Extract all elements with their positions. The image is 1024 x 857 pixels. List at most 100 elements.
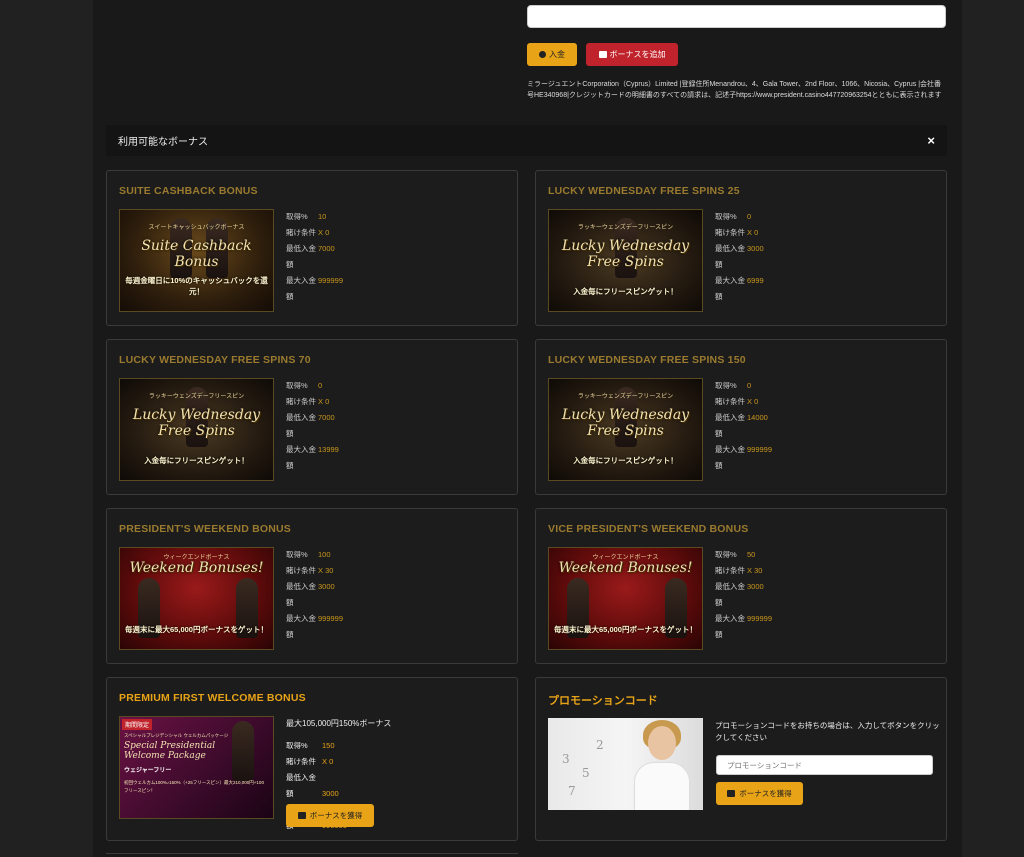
wager-value: X 30 <box>747 566 763 575</box>
bonus-stats: 取得% 50 賭け条件 X 30 最低入金額 3000 最大入金額 999999 <box>715 547 772 643</box>
max-deposit-value: 999999 <box>747 445 773 454</box>
min-deposit-label: 最低入金額 <box>286 582 316 607</box>
promo-title: プロモーションコード <box>548 695 658 707</box>
decor-digit: 2 <box>596 738 604 752</box>
close-icon[interactable]: × <box>927 133 935 148</box>
bonus-banner-image: ラッキーウェンズデーフリースピン Lucky Wednesday Free Sp… <box>119 378 274 481</box>
bonus-stats: 取得% 0 賭け条件 X 0 最低入金額 7000 最大入金額 13999 <box>286 378 339 474</box>
deposit-label: 入金 <box>549 50 565 59</box>
percent-label: 取得% <box>286 212 308 221</box>
banner-sub-text: ウェジャーフリー <box>124 768 172 774</box>
banner-top-text: ラッキーウェンズデーフリースピン <box>148 394 245 400</box>
card-title: LUCKY WEDNESDAY FREE SPINS 150 <box>548 354 746 366</box>
wager-label: 賭け条件 <box>286 566 316 575</box>
add-bonus-button[interactable]: ボーナスを追加 <box>586 43 678 66</box>
percent-label: 取得% <box>715 212 737 221</box>
bonus-card-premium-welcome[interactable]: PREMIUM FIRST WELCOME BONUS 期間限定 スペシャルプレ… <box>106 677 518 841</box>
bonus-card-lucky-wednesday-150[interactable]: LUCKY WEDNESDAY FREE SPINS 150 ラッキーウェンズデ… <box>535 339 947 495</box>
max-deposit-value: 999999 <box>318 276 344 285</box>
bonus-banner-image: ウィークエンドボーナス Weekend Bonuses! 毎週末に最大65,00… <box>119 547 274 650</box>
wager-label: 賭け条件 <box>715 566 745 575</box>
wager-value: X 0 <box>747 228 759 237</box>
promo-claim-label: ボーナスを獲得 <box>739 789 792 798</box>
person-face <box>648 726 676 760</box>
banner-tag: 期間限定 <box>122 719 153 730</box>
promo-code-card: プロモーションコード 3 5 7 2 プロモーションコードをお持ちの場合は、入力… <box>535 677 947 841</box>
banner-main-text: Weekend Bonuses! <box>129 560 264 576</box>
wager-value: X 0 <box>318 397 330 406</box>
max-deposit-label: 最大入金額 <box>715 445 745 470</box>
bonus-banner-image: 期間限定 スペシャルプレジデンシャル ウェルカムパッケージ Special Pr… <box>119 716 274 819</box>
bonus-banner-image: スイートキャッシュバックボーナス Suite Cashback Bonus 毎週… <box>119 209 274 312</box>
wager-label: 賭け条件 <box>286 397 316 406</box>
banner-bottom-text: 入金毎にフリースピンゲット！ <box>573 287 678 296</box>
legal-text: ミラージュエントCorporation（Cyprus）Limited |登録住所… <box>527 81 942 99</box>
min-deposit-label: 最低入金額 <box>286 773 316 798</box>
bonus-card-vice-presidents-weekend[interactable]: VICE PRESIDENT'S WEEKEND BONUS ウィークエンドボー… <box>535 508 947 664</box>
top-input-field[interactable] <box>527 5 946 28</box>
banner-top-text: スイートキャッシュバックボーナス <box>148 225 245 231</box>
bonus-stats: 取得% 0 賭け条件 X 0 最低入金額 14000 最大入金額 999999 <box>715 378 772 474</box>
percent-value: 50 <box>747 550 756 559</box>
bonus-card-lucky-wednesday-70[interactable]: LUCKY WEDNESDAY FREE SPINS 70 ラッキーウェンズデー… <box>106 339 518 495</box>
banner-bottom-text: 入金毎にフリースピンゲット！ <box>573 456 678 465</box>
bonus-card-suite-cashback[interactable]: SUITE CASHBACK BONUS スイートキャッシュバックボーナス Su… <box>106 170 518 326</box>
left-sidebar <box>0 0 93 857</box>
min-deposit-label: 最低入金額 <box>715 244 745 269</box>
max-deposit-value: 6999 <box>747 276 764 285</box>
gift-icon <box>598 51 607 58</box>
deposit-button[interactable]: 入金 <box>527 43 577 66</box>
percent-value: 0 <box>747 212 752 221</box>
percent-label: 取得% <box>286 381 308 390</box>
bonus-card-lucky-wednesday-25[interactable]: LUCKY WEDNESDAY FREE SPINS 25 ラッキーウェンズデー… <box>535 170 947 326</box>
promo-description: プロモーションコードをお持ちの場合は、入力してボタンをクリックしてください <box>715 721 940 742</box>
percent-value: 0 <box>318 381 323 390</box>
bonus-stats: 取得% 0 賭け条件 X 0 最低入金額 3000 最大入金額 6999 <box>715 209 764 305</box>
card-title: PREMIUM FIRST WELCOME BONUS <box>119 692 306 704</box>
percent-value: 100 <box>318 550 331 559</box>
banner-bottom-text: 初回ウェルカム100%♪150%（+25フリースピン）最大210,000円+10… <box>124 780 264 793</box>
min-deposit-value: 3000 <box>318 582 335 591</box>
bonus-banner-image: ウィークエンドボーナス Weekend Bonuses! 毎週末に最大65,00… <box>548 547 703 650</box>
banner-bottom-text: 毎週末に最大65,000円ボーナスをゲット！ <box>554 625 697 634</box>
card-title: PRESIDENT'S WEEKEND BONUS <box>119 523 292 535</box>
coins-icon <box>539 51 546 58</box>
banner-bottom-text: 毎週末に最大65,000円ボーナスをゲット！ <box>125 625 268 634</box>
max-deposit-label: 最大入金額 <box>286 445 316 470</box>
available-bonuses-title: 利用可能なボーナス <box>118 137 208 148</box>
min-deposit-label: 最低入金額 <box>715 413 745 438</box>
decor-digit: 7 <box>568 784 576 798</box>
wager-label: 賭け条件 <box>286 757 316 766</box>
bonus-banner-image: ラッキーウェンズデーフリースピン Lucky Wednesday Free Sp… <box>548 378 703 481</box>
card-title: LUCKY WEDNESDAY FREE SPINS 25 <box>548 185 740 197</box>
percent-value: 0 <box>747 381 752 390</box>
promo-claim-button[interactable]: ボーナスを獲得 <box>716 782 803 805</box>
banner-bottom-text: 毎週金曜日に10%のキャッシュバックを還元！ <box>125 276 268 296</box>
decor-digit: 5 <box>582 766 590 780</box>
promo-code-input[interactable] <box>716 755 933 775</box>
max-deposit-label: 最大入金額 <box>715 276 745 301</box>
wager-label: 賭け条件 <box>715 228 745 237</box>
banner-main-text: Lucky Wednesday Free Spins <box>132 407 261 439</box>
banner-main-text: Lucky Wednesday Free Spins <box>561 407 690 439</box>
banner-bottom-text: 入金毎にフリースピンゲット！ <box>144 456 249 465</box>
wager-value: X 0 <box>318 228 330 237</box>
banner-main-text: Lucky Wednesday Free Spins <box>561 238 690 270</box>
decor-digit: 3 <box>562 752 570 766</box>
min-deposit-value: 3000 <box>747 582 764 591</box>
wager-value: X 0 <box>747 397 759 406</box>
bonus-card-presidents-weekend[interactable]: PRESIDENT'S WEEKEND BONUS ウィークエンドボーナス We… <box>106 508 518 664</box>
person-body <box>634 762 690 810</box>
claim-bonus-button[interactable]: ボーナスを獲得 <box>286 804 374 827</box>
banner-top-text: ラッキーウェンズデーフリースピン <box>577 225 674 231</box>
max-deposit-value: 999999 <box>747 614 773 623</box>
bonus-stats: 取得% 100 賭け条件 X 30 最低入金額 3000 最大入金額 999999 <box>286 547 343 643</box>
min-deposit-value: 7000 <box>318 244 335 253</box>
min-deposit-value: 7000 <box>318 413 335 422</box>
promo-image: 3 5 7 2 <box>548 718 703 810</box>
claim-bonus-label: ボーナスを獲得 <box>309 811 363 820</box>
max-deposit-label: 最大入金額 <box>286 614 316 639</box>
card-title: LUCKY WEDNESDAY FREE SPINS 70 <box>119 354 311 366</box>
available-bonuses-header: 利用可能なボーナス × <box>106 125 947 156</box>
gift-icon <box>727 790 736 797</box>
